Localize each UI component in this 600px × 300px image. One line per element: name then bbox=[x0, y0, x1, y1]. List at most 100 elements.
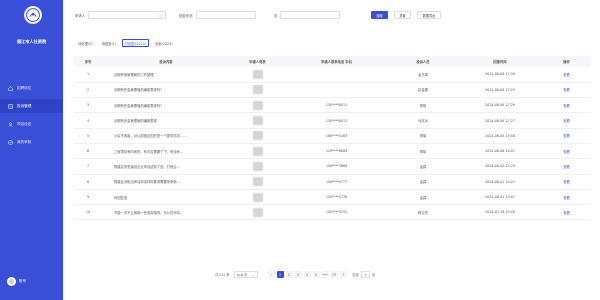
view-link[interactable]: 查看 bbox=[563, 165, 570, 169]
sidebar: 德江市人社资院 招聘岗位 投诉管理 项目设定 我的审核 账号 bbox=[0, 0, 63, 300]
tab-all[interactable]: 全部(2223) bbox=[152, 39, 176, 47]
complaint-title: 待回复信 bbox=[114, 195, 128, 200]
table-row: 9 待回复信 150****5776 孟霖 2024-08-01 15:07 查看 bbox=[74, 189, 591, 205]
tab-pending[interactable]: 待处理(2) bbox=[75, 39, 96, 47]
next-page-button[interactable] bbox=[339, 271, 347, 278]
sidebar-item-label: 我的审核 bbox=[17, 139, 32, 144]
complaint-person: 蒋云杰 bbox=[418, 210, 428, 215]
sidebar-item-settings[interactable]: 项目设定 bbox=[0, 117, 63, 131]
avatar bbox=[7, 277, 16, 286]
chevron-down-icon bbox=[251, 274, 255, 277]
close-icon[interactable] bbox=[159, 13, 163, 18]
search-button[interactable]: 搜索 bbox=[371, 11, 388, 19]
view-link[interactable]: 查看 bbox=[563, 180, 570, 184]
column-header: 投诉人员 bbox=[416, 60, 430, 64]
page-button[interactable]: 5 bbox=[312, 271, 320, 278]
tab-awaiting-reply[interactable]: 待回复(1) bbox=[99, 39, 120, 47]
applicant-photo bbox=[230, 189, 285, 204]
column-header: 序号 bbox=[84, 60, 92, 64]
sidebar-item-label: 投诉管理 bbox=[17, 103, 32, 108]
sidebar-item-positions[interactable]: 招聘岗位 bbox=[0, 81, 63, 95]
applicant-phone: 150****8011 bbox=[325, 118, 348, 123]
status-tabs: 待处理(2) 待回复(1) 已回复(2222) 全部(2223) bbox=[75, 39, 179, 47]
reply-status-filter: 回复状态 bbox=[179, 11, 256, 19]
tab-replied[interactable]: 已回复(2222) bbox=[122, 39, 149, 47]
reply-time: 2024-08-01 15:03 bbox=[485, 179, 515, 184]
reply-time: 2024-08-06 15:07 bbox=[485, 149, 515, 154]
date-input[interactable] bbox=[280, 11, 341, 19]
table-row: 5 小区不收款，对以前固定的的是一个更多情况…… 188****5263 郑晓 2024… bbox=[74, 128, 591, 144]
export-button[interactable]: 数据导出 bbox=[417, 11, 441, 19]
applicant-photo bbox=[230, 174, 285, 189]
applicant-photo bbox=[230, 159, 285, 174]
view-link[interactable]: 查看 bbox=[563, 104, 570, 108]
date-label: 至 bbox=[274, 13, 278, 18]
row-index: 4 bbox=[86, 118, 90, 123]
row-index: 7 bbox=[86, 164, 90, 169]
view-link[interactable]: 查看 bbox=[563, 119, 570, 123]
date-filter: 至 bbox=[274, 11, 341, 19]
table-row: 6 工程项目有时间的，有可否需要了下，有没有… 125****8089 郑晓 2024-… bbox=[74, 143, 591, 159]
sidebar-item-label: 招聘岗位 bbox=[17, 85, 32, 90]
page-button[interactable]: 4 bbox=[303, 271, 311, 278]
column-header: 申请人电表 bbox=[249, 60, 266, 64]
row-index: 3 bbox=[86, 103, 90, 108]
page-size-select[interactable]: 10条/页 bbox=[233, 271, 258, 278]
complaint-title: 不能一次不让我使一些费用相同，可以在申请… bbox=[114, 210, 184, 215]
table-row: 7 物建区享受建设企业申请结停了回，打他企… 150****5869 孟霖 2024-0… bbox=[74, 159, 591, 175]
page-button[interactable]: 23 bbox=[330, 271, 338, 278]
complaint-title: 近期有完善管理局的编制表现吗？ bbox=[114, 88, 164, 93]
prev-page-button[interactable] bbox=[267, 271, 275, 278]
photo-thumbnail bbox=[252, 177, 263, 187]
reply-time: 2024-08-06 17:30 bbox=[485, 72, 515, 77]
row-index: 10 bbox=[85, 210, 91, 215]
page-button[interactable]: 2 bbox=[285, 271, 293, 278]
reset-button[interactable]: 重置 bbox=[394, 11, 411, 19]
logo-icon bbox=[24, 6, 42, 24]
view-link[interactable]: 查看 bbox=[563, 211, 570, 215]
complaint-title: 物建区享受建设企业申请结停了回，打他企… bbox=[114, 164, 180, 169]
table-row: 1 近期有用管理局的工作整理 孟凡卓 2024-08-06 17:30 查看 bbox=[74, 67, 591, 83]
applicant-label: 申请人 bbox=[75, 13, 86, 18]
page-button[interactable]: 1 bbox=[276, 271, 284, 278]
page-button[interactable]: 3 bbox=[294, 271, 302, 278]
reply-status-label: 回复状态 bbox=[179, 13, 193, 18]
complaint-title: 近期有完善管理局的编制表现吗？ bbox=[114, 103, 164, 108]
row-index: 1 bbox=[86, 72, 90, 77]
view-link[interactable]: 查看 bbox=[563, 150, 570, 154]
table-header: 序号 投诉内容 申请人电表 申请人联系电话 手机 投诉人员 回复时间 操作 bbox=[74, 56, 591, 67]
user-profile[interactable]: 账号 bbox=[7, 277, 26, 286]
goto-page-input[interactable]: 1 bbox=[360, 271, 370, 278]
view-link[interactable]: 查看 bbox=[563, 134, 570, 138]
table-row: 3 近期有完善管理局的编制表现吗？ 150****8011 郑晓 2024-08-06 … bbox=[74, 98, 591, 113]
applicant-photo bbox=[230, 128, 285, 143]
applicant-photo bbox=[230, 82, 285, 97]
row-index: 5 bbox=[86, 133, 90, 138]
reply-time: 2024-08-06 17:27 bbox=[485, 118, 515, 123]
view-link[interactable]: 查看 bbox=[563, 73, 570, 77]
applicant-phone: 150****5251 bbox=[325, 210, 348, 215]
reply-time: 2024-08-06 17:29 bbox=[485, 87, 515, 92]
user-name: 账号 bbox=[19, 279, 27, 283]
main-panel: 申请人 回复状态 至 搜索 重置 数据导出 待处理(2) 待回复(1) 已回复(… bbox=[63, 0, 600, 300]
table-row: 8 物建区对相当申请申请材料要求需要来来新… 150****9777 孟霖 2024-0… bbox=[74, 174, 591, 190]
reply-time: 2024-08-05 15:48 bbox=[485, 133, 515, 138]
page-button[interactable]: ••• bbox=[321, 271, 329, 278]
complaint-person: 孟凡卓 bbox=[418, 72, 428, 77]
applicant-input[interactable] bbox=[88, 11, 167, 19]
view-link[interactable]: 查看 bbox=[563, 196, 570, 200]
reply-status-input[interactable] bbox=[195, 11, 256, 19]
complaint-title: 工程项目有时间的，有可否需要了下，有没有… bbox=[114, 149, 184, 154]
sidebar-item-review[interactable]: 我的审核 bbox=[0, 135, 63, 149]
applicant-photo bbox=[230, 205, 285, 220]
org-name: 德江市人社资院 bbox=[16, 39, 47, 44]
row-index: 9 bbox=[86, 195, 90, 200]
complaint-person: 孟霖 bbox=[419, 164, 427, 169]
photo-thumbnail bbox=[252, 85, 263, 95]
complaint-person: 郑晓 bbox=[419, 103, 427, 108]
sidebar-item-complaints[interactable]: 投诉管理 bbox=[0, 99, 63, 113]
view-link[interactable]: 查看 bbox=[563, 88, 570, 92]
complaint-person: 马庆冰 bbox=[418, 119, 428, 124]
column-header: 回复时间 bbox=[493, 60, 507, 64]
column-header: 投诉内容 bbox=[159, 60, 173, 64]
